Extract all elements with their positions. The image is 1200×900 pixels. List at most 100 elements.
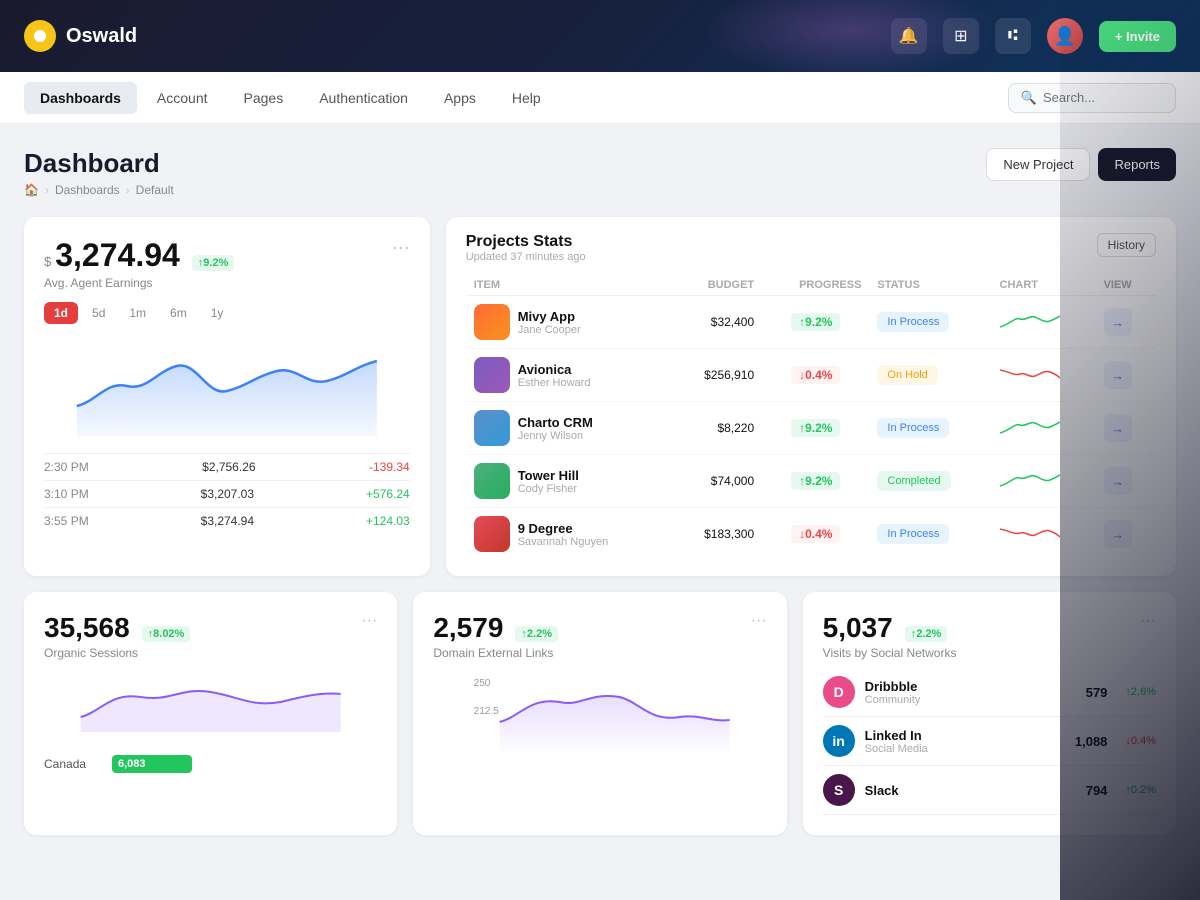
earnings-badge: ↑9.2% xyxy=(192,255,235,271)
breadcrumb-dashboards[interactable]: Dashboards xyxy=(55,183,120,197)
change-0: -139.34 xyxy=(369,460,410,474)
bottom-cards-row: 35,568 ↑8.02% Organic Sessions ··· Canad… xyxy=(24,592,1176,835)
social-change: ↑0.2% xyxy=(1125,784,1156,796)
project-person: Savannah Nguyen xyxy=(518,536,609,548)
logo-area: Oswald xyxy=(24,20,137,52)
logo-icon xyxy=(24,20,56,52)
avatar[interactable]: 👤 xyxy=(1047,18,1083,54)
chart-row-2: 3:55 PM $3,274.94 +124.03 xyxy=(44,507,410,534)
external-badge: ↑2.2% xyxy=(515,626,558,642)
earnings-more-button[interactable]: ··· xyxy=(392,237,410,258)
project-name: Charto CRM xyxy=(518,415,593,430)
history-button[interactable]: History xyxy=(1097,233,1156,257)
projects-updated: Updated 37 minutes ago xyxy=(466,251,586,263)
time-filters: 1d 5d 1m 6m 1y xyxy=(44,302,410,324)
project-person: Jenny Wilson xyxy=(518,430,593,442)
search-box[interactable]: 🔍 xyxy=(1008,83,1176,113)
nav-item-pages[interactable]: Pages xyxy=(228,82,300,114)
social-row: S Slack 794 ↑0.2% xyxy=(823,766,1156,815)
organic-badge: ↑8.02% xyxy=(142,626,191,642)
project-progress: ↑9.2% xyxy=(791,472,840,490)
share-icon[interactable]: ⑆ xyxy=(995,18,1031,54)
project-budget: $8,220 xyxy=(672,402,762,455)
project-progress: ↑9.2% xyxy=(791,419,840,437)
project-view-button[interactable]: → xyxy=(1104,520,1132,548)
table-row: 9 Degree Savannah Nguyen $183,300 ↓0.4% … xyxy=(466,508,1156,561)
projects-stats-card: Projects Stats Updated 37 minutes ago Hi… xyxy=(446,217,1176,576)
geo-country-canada: Canada xyxy=(44,757,104,771)
page-title: Dashboard xyxy=(24,148,174,179)
social-change: ↑2.6% xyxy=(1125,686,1156,698)
time-filter-5d[interactable]: 5d xyxy=(82,302,115,324)
svg-text:250: 250 xyxy=(474,678,491,689)
table-row: Avionica Esther Howard $256,910 ↓0.4% On… xyxy=(466,349,1156,402)
time-filter-1m[interactable]: 1m xyxy=(119,302,156,324)
social-networks-card: 5,037 ↑2.2% Visits by Social Networks ··… xyxy=(803,592,1176,835)
project-status: Completed xyxy=(877,471,950,491)
earnings-chart xyxy=(44,336,410,441)
earnings-amount: 3,274.94 xyxy=(55,237,180,274)
external-chart-svg: 250 212.5 xyxy=(433,672,766,752)
invite-button[interactable]: + Invite xyxy=(1099,21,1176,52)
new-project-button[interactable]: New Project xyxy=(986,148,1090,181)
project-view-button[interactable]: → xyxy=(1104,308,1132,336)
project-view-button[interactable]: → xyxy=(1104,467,1132,495)
project-thumb xyxy=(474,463,510,499)
social-name: Slack xyxy=(865,783,899,798)
project-status: On Hold xyxy=(877,365,937,385)
project-view-button[interactable]: → xyxy=(1104,414,1132,442)
time-filter-1d[interactable]: 1d xyxy=(44,302,78,324)
social-row: in Linked In Social Media 1,088 ↓0.4% xyxy=(823,717,1156,766)
chart-row-0: 2:30 PM $2,756.26 -139.34 xyxy=(44,453,410,480)
earnings-chart-svg xyxy=(44,336,410,436)
nav-item-dashboards[interactable]: Dashboards xyxy=(24,82,137,114)
notifications-icon[interactable]: 🔔 xyxy=(891,18,927,54)
table-row: Mivy App Jane Cooper $32,400 ↑9.2% In Pr… xyxy=(466,296,1156,349)
time-0: 2:30 PM xyxy=(44,460,89,474)
project-person: Esther Howard xyxy=(518,377,591,389)
page-header-left: Dashboard 🏠 › Dashboards › Default xyxy=(24,148,174,197)
external-more-button[interactable]: ··· xyxy=(751,612,767,660)
search-input[interactable] xyxy=(1043,90,1163,105)
social-name: Linked In xyxy=(865,728,928,743)
change-1: +576.24 xyxy=(366,487,410,501)
nav-item-account[interactable]: Account xyxy=(141,82,224,114)
nav-item-authentication[interactable]: Authentication xyxy=(303,82,424,114)
project-person: Jane Cooper xyxy=(518,324,581,336)
project-chart xyxy=(992,508,1096,561)
project-thumb xyxy=(474,410,510,446)
top-bar: Oswald 🔔 ⊞ ⑆ 👤 + Invite xyxy=(0,0,1200,72)
social-name: Dribbble xyxy=(865,679,921,694)
project-chart xyxy=(992,349,1096,402)
project-view-button[interactable]: → xyxy=(1104,361,1132,389)
page-header: Dashboard 🏠 › Dashboards › Default New P… xyxy=(24,148,1176,197)
project-thumb xyxy=(474,516,510,552)
reports-button[interactable]: Reports xyxy=(1098,148,1176,181)
social-badge: ↑2.2% xyxy=(905,626,948,642)
breadcrumb: 🏠 › Dashboards › Default xyxy=(24,183,174,197)
social-icon: D xyxy=(823,676,855,708)
val-2: $3,274.94 xyxy=(201,514,254,528)
table-header-row: ITEM BUDGET PROGRESS STATUS CHART VIEW xyxy=(466,275,1156,296)
project-chart xyxy=(992,296,1096,349)
nav-item-help[interactable]: Help xyxy=(496,82,557,114)
social-more-button[interactable]: ··· xyxy=(1140,612,1156,660)
social-value: 5,037 xyxy=(823,612,893,644)
organic-sessions-card: 35,568 ↑8.02% Organic Sessions ··· Canad… xyxy=(24,592,397,835)
layout-icon[interactable]: ⊞ xyxy=(943,18,979,54)
project-status: In Process xyxy=(877,524,949,544)
nav-item-apps[interactable]: Apps xyxy=(428,82,492,114)
projects-table: ITEM BUDGET PROGRESS STATUS CHART VIEW M… xyxy=(466,275,1156,560)
organic-label: Organic Sessions xyxy=(44,646,190,660)
project-name: Avionica xyxy=(518,362,591,377)
project-budget: $74,000 xyxy=(672,455,762,508)
organic-more-button[interactable]: ··· xyxy=(361,612,377,660)
project-name: 9 Degree xyxy=(518,521,609,536)
social-label: Visits by Social Networks xyxy=(823,646,957,660)
col-view: VIEW xyxy=(1096,275,1156,296)
time-filter-6m[interactable]: 6m xyxy=(160,302,197,324)
time-1: 3:10 PM xyxy=(44,487,89,501)
social-count: 794 xyxy=(1086,783,1108,798)
project-person: Cody Fisher xyxy=(518,483,579,495)
time-filter-1y[interactable]: 1y xyxy=(201,302,234,324)
